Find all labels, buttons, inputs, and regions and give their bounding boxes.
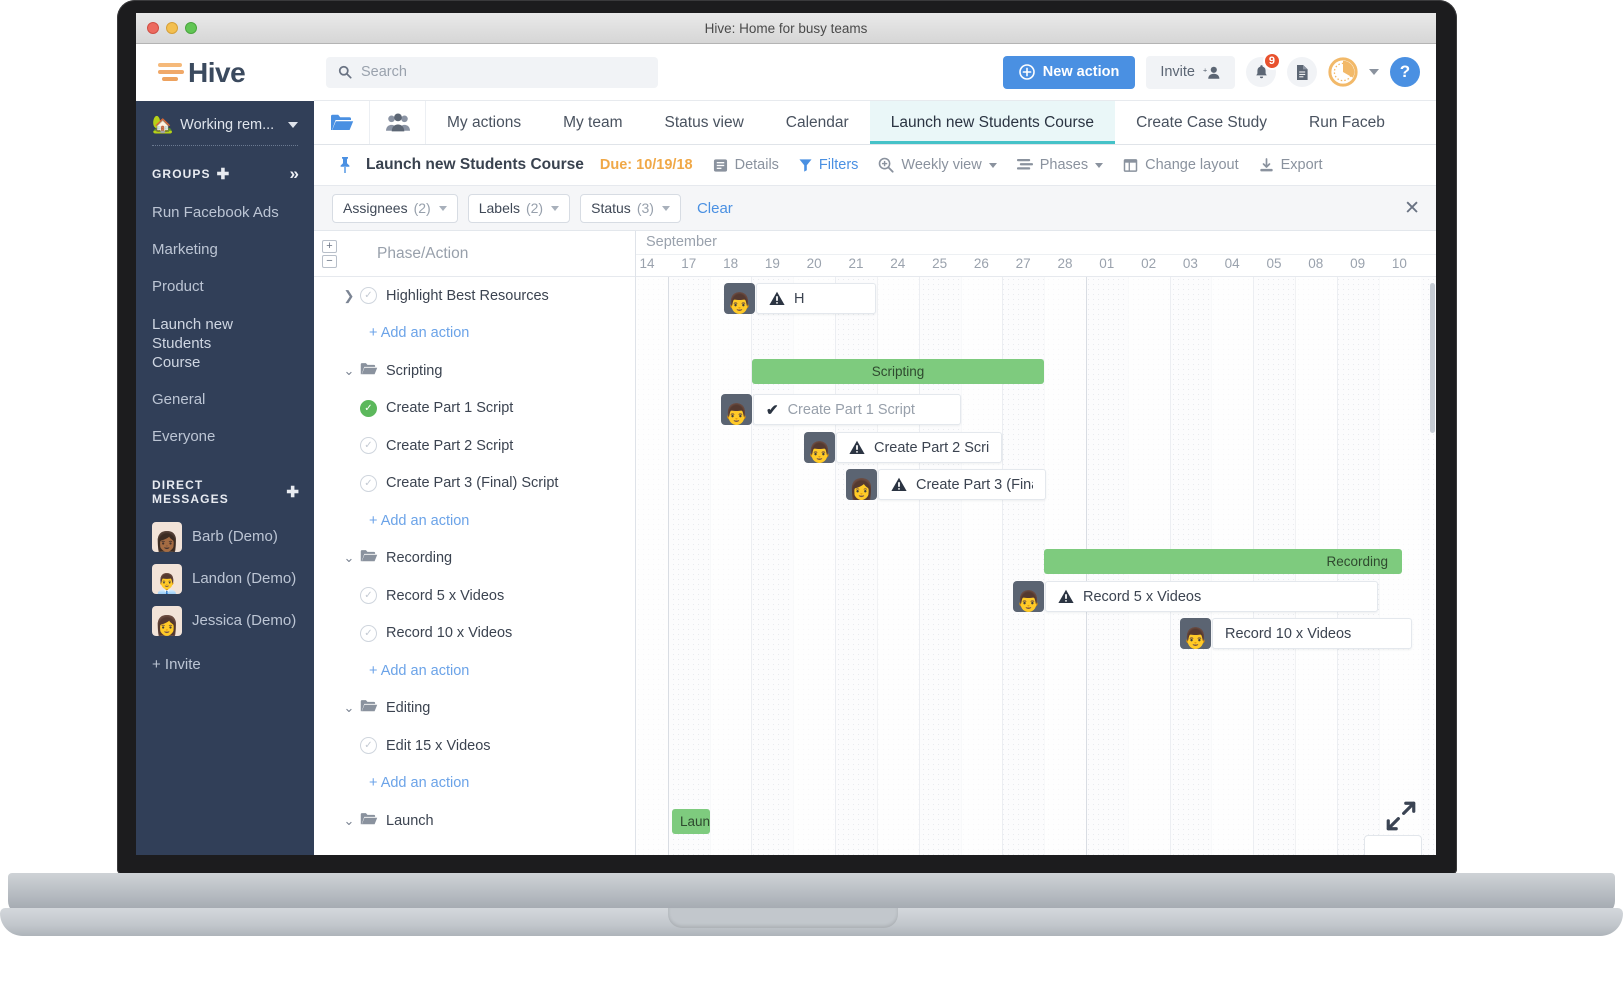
laptop-mockup: Hive: Home for busy teams Hive 🏡 Working… (0, 0, 1623, 992)
laptop-notch (668, 908, 898, 928)
laptop-bezel (117, 0, 1457, 875)
